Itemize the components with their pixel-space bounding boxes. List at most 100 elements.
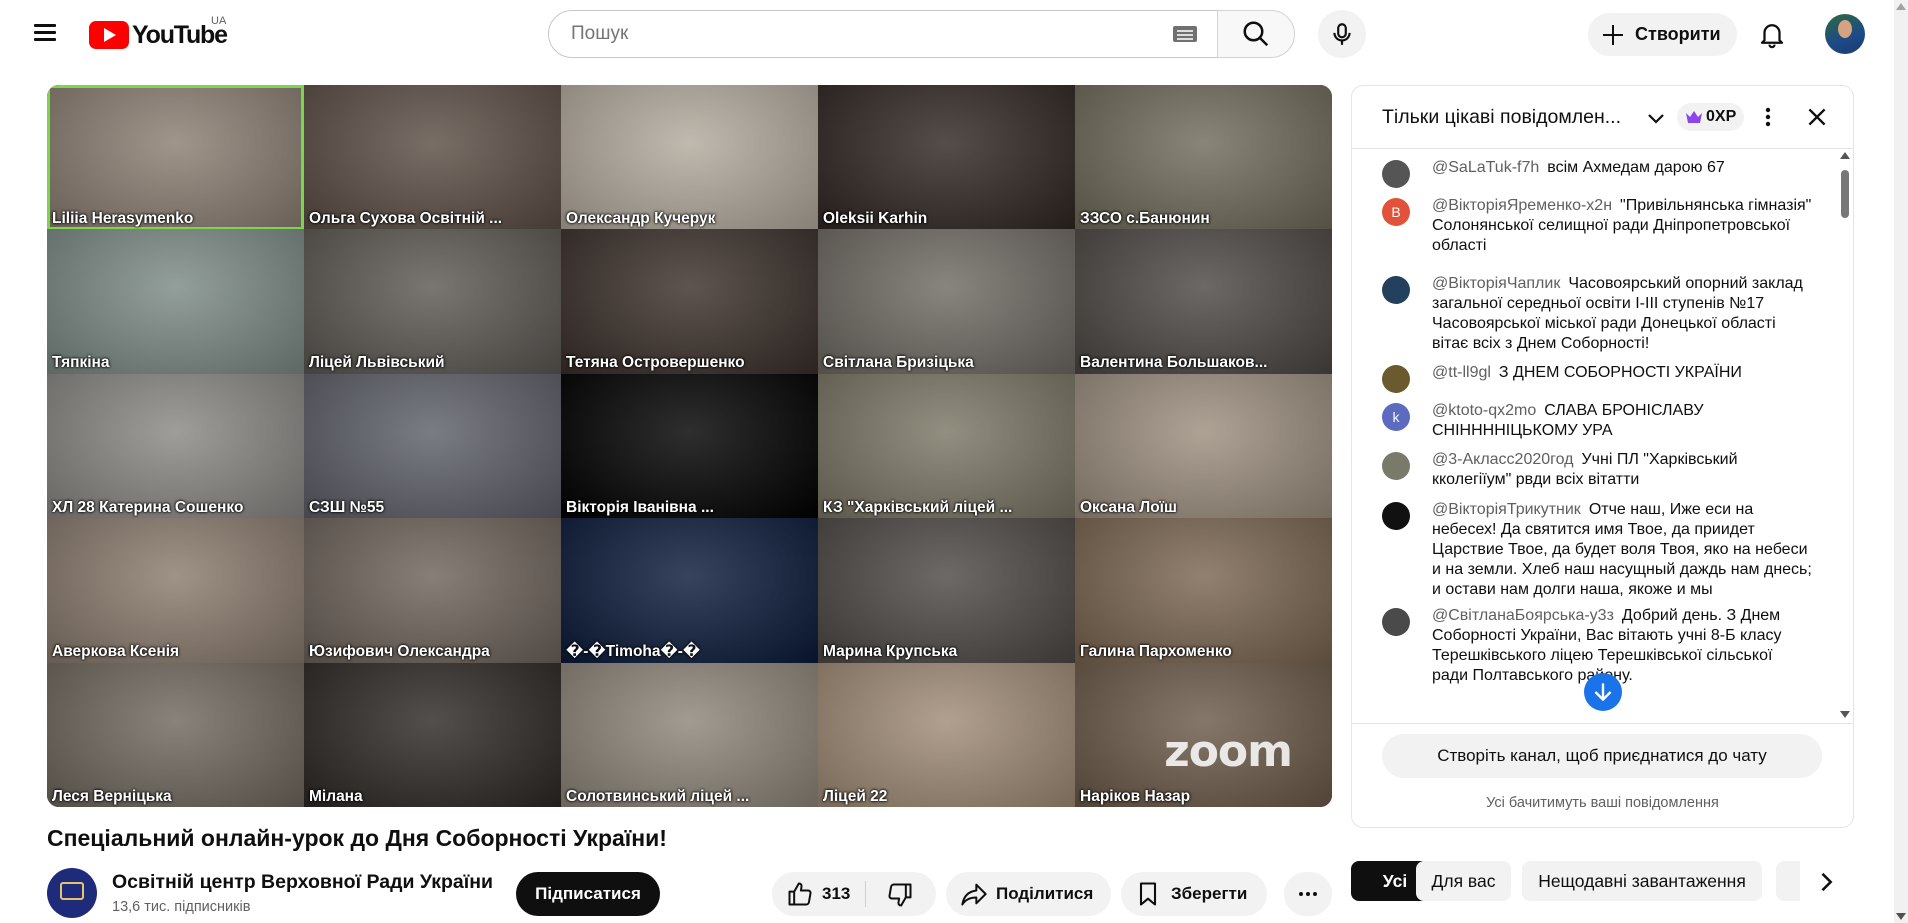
zoom-watermark: zoom: [1164, 726, 1293, 777]
chat-message-list[interactable]: @SaLaTuk-f7h всім Ахмедам дарою 67 В @Вікто…: [1352, 150, 1832, 722]
chat-author-avatar[interactable]: В: [1382, 198, 1410, 226]
page-scrollbar[interactable]: [1894, 0, 1908, 923]
close-icon[interactable]: [1804, 104, 1830, 130]
chat-message: @ВікторіяЧаплик Часовоярський опорний зак…: [1382, 274, 1812, 354]
participant-name: Тяпкіна: [52, 354, 110, 372]
more-vertical-icon[interactable]: [1756, 104, 1780, 130]
participant-name: Ліцей Львівський: [309, 354, 445, 372]
share-icon: [961, 883, 987, 906]
notifications-button[interactable]: [1752, 14, 1792, 54]
chip-partial[interactable]: [1776, 861, 1800, 901]
participant-name: ЗЗСО с.Банюнин: [1080, 210, 1210, 227]
thumbs-down-icon: [888, 883, 912, 907]
participant-name: Солотвинський ліцей ...: [566, 787, 750, 805]
chip-for-you[interactable]: Для вас: [1416, 861, 1511, 901]
chat-author-avatar[interactable]: [1382, 365, 1410, 393]
chat-footer-note: Усі бачитимуть ваші повідомлення: [1486, 795, 1719, 811]
chat-author-avatar[interactable]: [1382, 502, 1410, 530]
chat-author-name[interactable]: @SaLaTuk-f7h: [1432, 159, 1539, 176]
chat-mode-title[interactable]: Тільки цікаві повідомлен...: [1382, 106, 1621, 129]
chat-author-name[interactable]: @tt-ll9gl: [1432, 364, 1491, 381]
chat-message-body: @ВікторіяЧаплик Часовоярський опорний зак…: [1432, 274, 1812, 354]
participant-tile: �-�Timoha�-�: [561, 518, 818, 664]
participant-tile: Аверкова Ксенія: [47, 518, 304, 664]
more-actions-button[interactable]: [1284, 872, 1332, 916]
participant-name: Мілана: [309, 787, 363, 805]
thumbs-up-icon: [788, 882, 812, 906]
plus-icon: [1601, 23, 1625, 47]
page-scroll-down-icon[interactable]: [1896, 913, 1906, 920]
participant-tile: Oleksii Karhin: [818, 85, 1075, 230]
chevron-down-icon[interactable]: [1644, 106, 1668, 130]
like-button[interactable]: 313: [772, 872, 865, 916]
dislike-button[interactable]: [866, 872, 936, 916]
video-player[interactable]: Liliia Herasymenko Ольга Сухова Освітній …: [47, 85, 1332, 807]
search-button[interactable]: [1217, 10, 1295, 58]
participant-tile: Юзифович Олександра: [304, 518, 561, 664]
chat-author-name[interactable]: @ВікторіяЧаплик: [1432, 275, 1560, 292]
chips-next-button[interactable]: [1806, 862, 1846, 902]
chat-author-avatar[interactable]: [1382, 160, 1410, 188]
bell-icon: [1760, 24, 1784, 49]
channel-avatar[interactable]: [47, 868, 97, 918]
chip-recent-uploads[interactable]: Нещодавні завантаження: [1522, 861, 1762, 901]
chat-author-name[interactable]: @ktoto-qx2mo: [1432, 402, 1536, 419]
chat-author-avatar[interactable]: [1382, 452, 1410, 480]
chat-author-name[interactable]: @ВікторіяЯременко-х2н: [1432, 197, 1612, 214]
scroll-down-arrow-icon[interactable]: [1840, 711, 1850, 718]
chat-author-name[interactable]: @3-Акласс2020год: [1432, 451, 1574, 468]
participant-name: Галина Пархоменко: [1080, 643, 1232, 661]
chat-message: @ВікторіяТрикутник Отче наш, Иже еси на н…: [1382, 500, 1812, 600]
scroll-thumb[interactable]: [1841, 170, 1849, 218]
video-title: Спеціальний онлайн-урок до Дня Соборност…: [47, 825, 667, 851]
arrow-down-icon: [1594, 683, 1612, 702]
participant-name: Леся Верніцька: [52, 787, 172, 805]
country-code: UA: [211, 15, 227, 27]
participant-tile: ЗЗСО с.Банюнин: [1075, 85, 1332, 230]
page-scroll-up-icon[interactable]: [1896, 3, 1906, 10]
participant-tile: СЗШ №55: [304, 373, 561, 519]
voice-search-button[interactable]: [1318, 10, 1366, 58]
chat-footer: Створіть канал, щоб приєднатися до чату …: [1352, 723, 1853, 827]
participant-tile: ХЛ 28 Катерина Сошенко: [47, 373, 304, 519]
participant-name: Юзифович Олександра: [309, 643, 490, 661]
jump-to-bottom-button[interactable]: [1584, 673, 1622, 711]
chat-author-avatar[interactable]: [1382, 276, 1410, 304]
chat-author-avatar[interactable]: k: [1382, 403, 1410, 431]
participant-tile: Тетяна Островершенко: [561, 229, 818, 375]
chat-message-body: @ktoto-qx2mo СЛАВА БРОНІСЛАВУ СНІННННІЦЬК…: [1432, 401, 1812, 441]
create-button[interactable]: Створити: [1588, 13, 1737, 56]
create-channel-button[interactable]: Створіть канал, щоб приєднатися до чату: [1382, 734, 1822, 778]
participant-name: Оксана Лоїш: [1080, 498, 1177, 516]
user-avatar[interactable]: [1825, 14, 1865, 54]
participant-tile: Марина Крупська: [818, 518, 1075, 664]
chat-author-avatar[interactable]: [1382, 608, 1410, 636]
chat-author-name[interactable]: @ВікторіяТрикутник: [1432, 501, 1581, 518]
save-button[interactable]: Зберегти: [1121, 872, 1267, 916]
menu-icon[interactable]: [28, 20, 62, 50]
like-count: 313: [822, 884, 851, 903]
keyboard-icon[interactable]: [1173, 26, 1197, 42]
chat-scrollbar[interactable]: [1838, 150, 1852, 722]
chat-message-body: @СвітланаБоярська-у3з Добрий день. З Днем…: [1432, 606, 1812, 686]
channel-name[interactable]: Освітній центр Верховної Ради України: [112, 871, 493, 894]
chat-message: k @ktoto-qx2mo СЛАВА БРОНІСЛАВУ СНІННННІЦЬ…: [1382, 401, 1812, 441]
participant-tile: Олександр Кучерук: [561, 85, 818, 230]
youtube-logo[interactable]: YouTube UA: [89, 15, 228, 50]
live-chat-panel: Тільки цікаві повідомлен... 0XP @SaLaTuk…: [1351, 85, 1854, 828]
share-button[interactable]: Поділитися: [946, 872, 1111, 916]
search-input[interactable]: [569, 22, 1113, 46]
participant-tile: Оксана Лоїш: [1075, 373, 1332, 519]
top-bar: YouTube UA Створити: [0, 0, 1908, 70]
xp-badge[interactable]: 0XP: [1677, 103, 1745, 131]
chat-message-body: @ВікторіяЯременко-х2н "Привільнянська гім…: [1432, 196, 1812, 256]
more-horizontal-icon: [1299, 892, 1317, 896]
participant-tile: Солотвинський ліцей ...: [561, 662, 818, 807]
subscribe-button[interactable]: Підписатися: [516, 872, 660, 916]
participant-name: Вікторія Іванівна ...: [566, 498, 714, 516]
participant-name: Валентина Большаков...: [1080, 354, 1268, 372]
chat-author-name[interactable]: @СвітланаБоярська-у3з: [1432, 607, 1614, 624]
participant-name: Ліцей 22: [823, 787, 888, 805]
chat-message-body: @3-Акласс2020год Учні ПЛ "Харківський кко…: [1432, 450, 1812, 490]
scroll-up-arrow-icon[interactable]: [1840, 152, 1850, 159]
